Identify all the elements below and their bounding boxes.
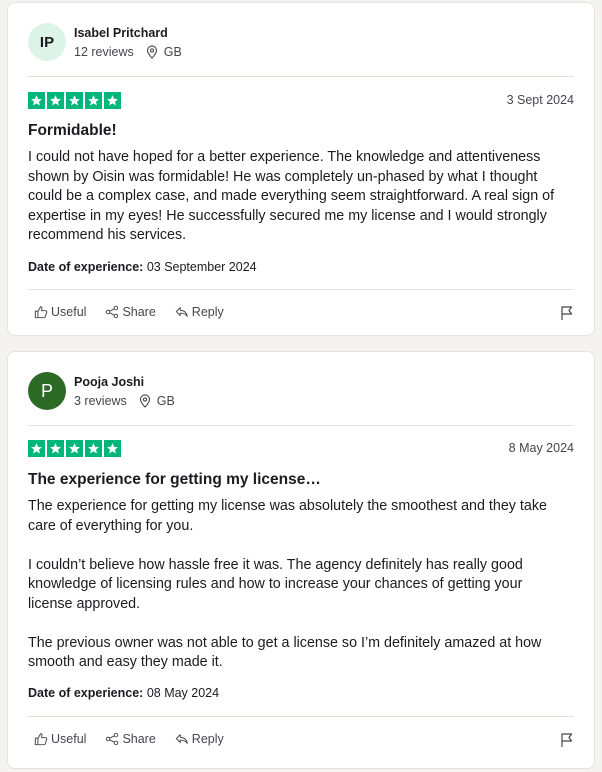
review-body: I could not have hoped for a better expe… [28,148,568,246]
star-icon [104,92,121,109]
useful-label: Useful [51,305,87,319]
review-count: 12 reviews [74,45,134,59]
flag-icon[interactable] [560,732,574,753]
useful-label: Useful [51,732,87,746]
review-paragraph: The experience for getting my license wa… [28,498,547,534]
reviewer-country: GB [163,45,182,59]
location-pin-icon [146,45,158,59]
review-count: 3 reviews [74,394,127,408]
share-icon [106,305,119,319]
reply-button[interactable]: Reply [175,305,224,319]
star-rating [28,440,121,457]
avatar[interactable]: P [28,372,66,410]
review-paragraph: I could not have hoped for a better expe… [28,149,555,243]
review-date: 3 Sept 2024 [506,93,574,107]
share-label: Share [122,732,156,746]
star-icon [28,440,45,457]
useful-button[interactable]: Useful [34,732,86,746]
divider [28,716,574,717]
share-button[interactable]: Share [105,732,156,746]
star-icon [47,92,64,109]
reviewer-meta: 12 reviews GB [74,45,182,59]
reply-icon [175,307,188,317]
location-pin-icon [139,394,151,408]
reviewer-country: GB [156,394,175,408]
flag-icon[interactable] [560,305,574,326]
date-of-experience-value: 08 May 2024 [146,686,220,700]
share-label: Share [122,305,156,319]
review-date: 8 May 2024 [508,441,574,455]
date-of-experience: Date of experience: 03 September 2024 [28,260,257,274]
reply-button[interactable]: Reply [175,732,224,746]
star-icon [28,92,45,109]
thumbs-up-icon [34,733,48,746]
star-icon [104,440,121,457]
star-icon [47,440,64,457]
avatar[interactable]: IP [28,23,66,61]
star-rating [28,92,121,109]
review-paragraph: The previous owner was not able to get a… [28,634,542,671]
divider [28,76,574,77]
share-button[interactable]: Share [105,305,156,319]
date-of-experience: Date of experience: 08 May 2024 [28,686,219,700]
reviewer-meta: 3 reviews GB [74,394,175,408]
star-icon [85,92,102,109]
review-actions: Useful Share Reply [34,305,243,319]
date-of-experience-label: Date of experience: [28,260,144,274]
review-card: P Pooja Joshi 3 reviews GB 8 May 2024 Th… [7,351,595,769]
star-icon [66,440,83,457]
review-card: IP Isabel Pritchard 12 reviews GB 3 Sept… [7,2,595,336]
date-of-experience-label: Date of experience: [28,686,144,700]
review-actions: Useful Share Reply [34,732,243,746]
star-icon [66,92,83,109]
review-title[interactable]: The experience for getting my license… [28,471,321,489]
review-body: The experience for getting my license wa… [28,497,568,673]
review-paragraph: I couldn’t believe how hassle free it wa… [28,556,523,612]
divider [28,425,574,426]
reply-label: Reply [191,305,224,319]
reply-icon [175,734,188,744]
reply-label: Reply [191,732,224,746]
useful-button[interactable]: Useful [34,305,86,319]
date-of-experience-value: 03 September 2024 [146,260,257,274]
divider [28,289,574,290]
review-title[interactable]: Formidable! [28,122,117,140]
star-icon [85,440,102,457]
reviewer-name[interactable]: Pooja Joshi [74,375,144,389]
reviewer-name[interactable]: Isabel Pritchard [74,26,168,40]
thumbs-up-icon [34,306,48,319]
share-icon [106,732,119,746]
